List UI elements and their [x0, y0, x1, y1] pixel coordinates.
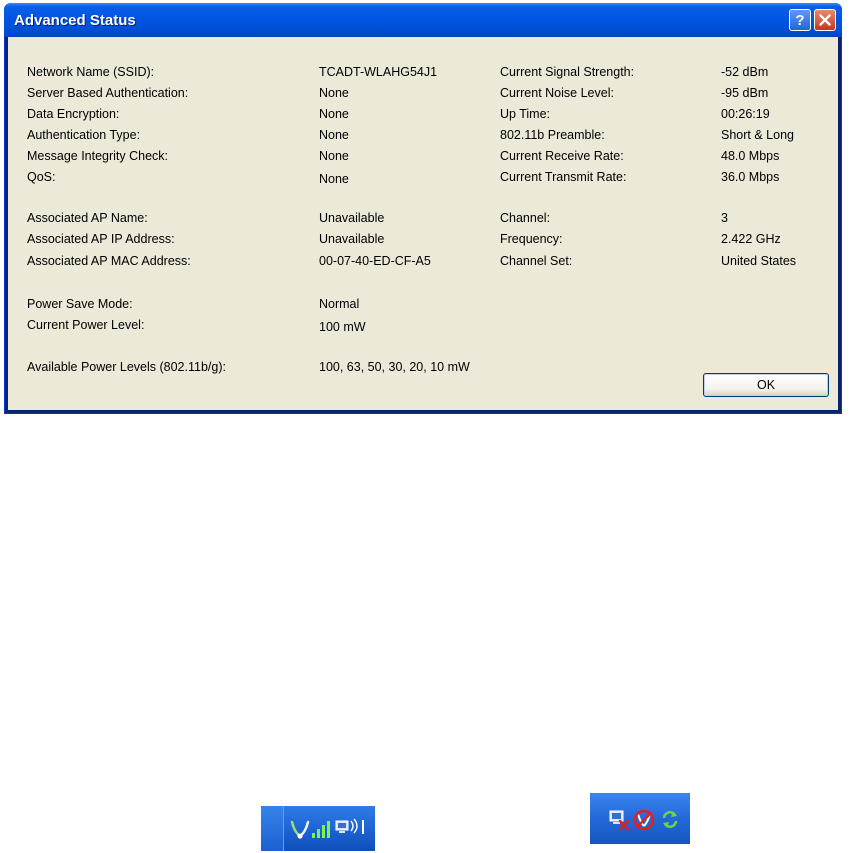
ap-name-label: Associated AP Name: [27, 211, 148, 225]
power-level-label: Current Power Level: [27, 318, 145, 332]
mic-value: None [319, 149, 349, 163]
signal-bars-icon [312, 821, 330, 838]
close-icon [819, 14, 831, 26]
ap-mac-label: Associated AP MAC Address: [27, 254, 191, 268]
transmit-rate-value: 36.0 Mbps [721, 170, 780, 184]
no-wireless-icon[interactable] [632, 808, 656, 832]
system-tray-disconnected [590, 793, 690, 844]
refresh-arrows-icon[interactable] [660, 808, 680, 830]
channel-value: 3 [721, 211, 728, 225]
help-icon: ? [795, 11, 805, 29]
power-level-value: 100 mW [319, 320, 366, 334]
mic-label: Message Integrity Check: [27, 149, 169, 163]
transmit-rate-label: Current Transmit Rate: [500, 170, 627, 184]
data-encryption-label: Data Encryption: [27, 107, 120, 121]
ap-name-value: Unavailable [319, 211, 385, 225]
help-button[interactable]: ? [789, 9, 811, 31]
auth-type-label: Authentication Type: [27, 128, 141, 142]
wireless-utility-icon[interactable] [289, 818, 311, 840]
preamble-label: 802.11b Preamble: [500, 128, 605, 142]
preamble-value: Short & Long [721, 128, 794, 142]
title-bar[interactable]: Advanced Status ? [4, 3, 842, 37]
signal-strength-value: -52 dBm [721, 65, 769, 79]
network-disconnected-icon[interactable] [608, 809, 630, 831]
system-tray-connected [261, 806, 375, 851]
dialog-title: Advanced Status [14, 12, 136, 29]
noise-level-value: -95 dBm [721, 86, 769, 100]
ok-button[interactable]: OK [703, 373, 829, 397]
advanced-status-dialog: Advanced Status ? Network Name (SSID): T… [4, 3, 842, 414]
taskbar-edge [261, 806, 284, 851]
frequency-value: 2.422 GHz [721, 232, 781, 246]
data-encryption-value: None [319, 107, 349, 121]
up-time-label: Up Time: [500, 107, 551, 121]
available-power-label: Available Power Levels (802.11b/g): [27, 360, 226, 374]
ap-mac-value: 00-07-40-ED-CF-A5 [319, 254, 431, 268]
power-save-label: Power Save Mode: [27, 297, 133, 311]
receive-rate-value: 48.0 Mbps [721, 149, 780, 163]
noise-level-label: Current Noise Level: [500, 86, 614, 100]
signal-strength-label: Current Signal Strength: [500, 65, 635, 79]
dialog-body: Network Name (SSID): TCADT-WLAHG54J1 Ser… [8, 37, 838, 410]
ssid-value: TCADT-WLAHG54J1 [319, 65, 438, 79]
server-auth-label: Server Based Authentication: [27, 86, 189, 100]
qos-label: QoS: [27, 170, 56, 184]
ssid-label: Network Name (SSID): [27, 65, 155, 79]
channel-set-value: United States [721, 254, 797, 268]
receive-rate-label: Current Receive Rate: [500, 149, 624, 163]
close-button[interactable] [814, 9, 836, 31]
qos-value: None [319, 172, 349, 186]
ap-ip-value: Unavailable [319, 232, 385, 246]
power-save-value: Normal [319, 297, 360, 311]
up-time-value: 00:26:19 [721, 107, 770, 121]
channel-label: Channel: [500, 211, 551, 225]
server-auth-value: None [319, 86, 349, 100]
available-power-value: 100, 63, 50, 30, 20, 10 mW [319, 360, 470, 374]
channel-set-label: Channel Set: [500, 254, 573, 268]
frequency-label: Frequency: [500, 232, 563, 246]
network-computer-icon[interactable] [335, 818, 375, 840]
ap-ip-label: Associated AP IP Address: [27, 232, 175, 246]
auth-type-value: None [319, 128, 349, 142]
